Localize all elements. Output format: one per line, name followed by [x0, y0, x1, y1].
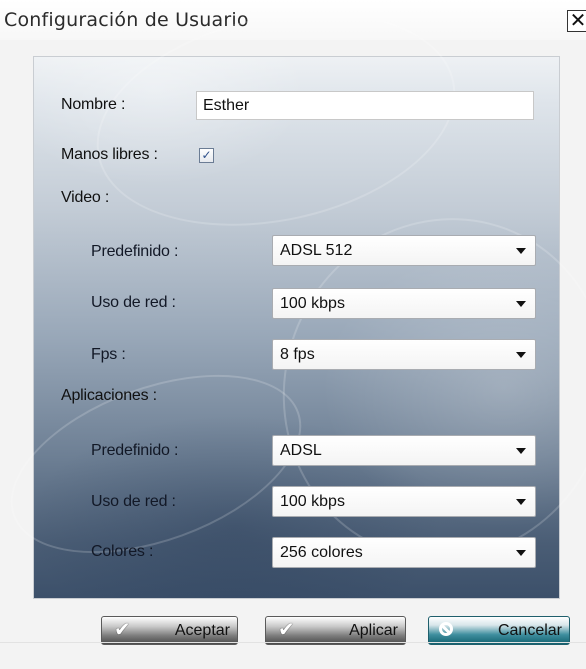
checkmark-icon: ✔ — [278, 619, 295, 641]
checkmark-icon: ✔ — [114, 619, 131, 641]
cancelar-button[interactable]: Cancelar — [428, 616, 570, 645]
aplicaciones-predefinido-label: Predefinido : — [91, 442, 179, 459]
aplicar-button[interactable]: ✔ Aplicar — [265, 616, 406, 645]
video-predefinido-select[interactable]: ADSL 512 — [272, 235, 536, 266]
chevron-down-icon — [516, 448, 526, 454]
nombre-label: Nombre : — [61, 96, 126, 113]
fps-select[interactable]: 8 fps — [272, 339, 536, 370]
window-title: Configuración de Usuario — [4, 9, 249, 31]
close-button[interactable]: ✕ — [567, 10, 586, 32]
colores-select[interactable]: 256 colores — [272, 537, 536, 568]
fps-label: Fps : — [91, 346, 126, 363]
nombre-input[interactable]: Esther — [196, 91, 534, 120]
aplicaciones-predefinido-value: ADSL — [280, 442, 322, 459]
aplicaciones-uso-de-red-label: Uso de red : — [91, 493, 176, 510]
prohibited-icon — [439, 622, 453, 636]
chevron-down-icon — [516, 550, 526, 556]
cancelar-label: Cancelar — [497, 622, 562, 639]
aceptar-label: Aceptar — [174, 622, 230, 639]
aplicar-label: Aplicar — [349, 622, 398, 639]
aplicaciones-uso-de-red-value: 100 kbps — [280, 493, 345, 510]
video-uso-de-red-value: 100 kbps — [280, 295, 345, 312]
aplicaciones-uso-de-red-select[interactable]: 100 kbps — [272, 486, 536, 517]
video-section-label: Video : — [61, 189, 110, 206]
footer-divider — [0, 642, 586, 643]
chevron-down-icon — [516, 352, 526, 358]
video-uso-de-red-select[interactable]: 100 kbps — [272, 288, 536, 319]
manos-libres-label: Manos libres : — [61, 146, 158, 163]
aplicaciones-section-label: Aplicaciones : — [61, 387, 157, 404]
video-predefinido-label: Predefinido : — [91, 243, 179, 260]
chevron-down-icon — [516, 301, 526, 307]
aplicaciones-predefinido-select[interactable]: ADSL — [272, 435, 536, 466]
checkmark-icon: ✓ — [201, 148, 212, 162]
chevron-down-icon — [516, 499, 526, 505]
colores-label: Colores : — [91, 543, 154, 560]
video-predefinido-value: ADSL 512 — [280, 242, 353, 259]
fps-value: 8 fps — [280, 346, 315, 363]
aceptar-button[interactable]: ✔ Aceptar — [101, 616, 238, 645]
video-uso-de-red-label: Uso de red : — [91, 294, 176, 311]
close-icon: ✕ — [569, 8, 586, 32]
colores-value: 256 colores — [280, 544, 363, 561]
manos-libres-checkbox[interactable]: ✓ — [199, 148, 214, 163]
chevron-down-icon — [516, 248, 526, 254]
